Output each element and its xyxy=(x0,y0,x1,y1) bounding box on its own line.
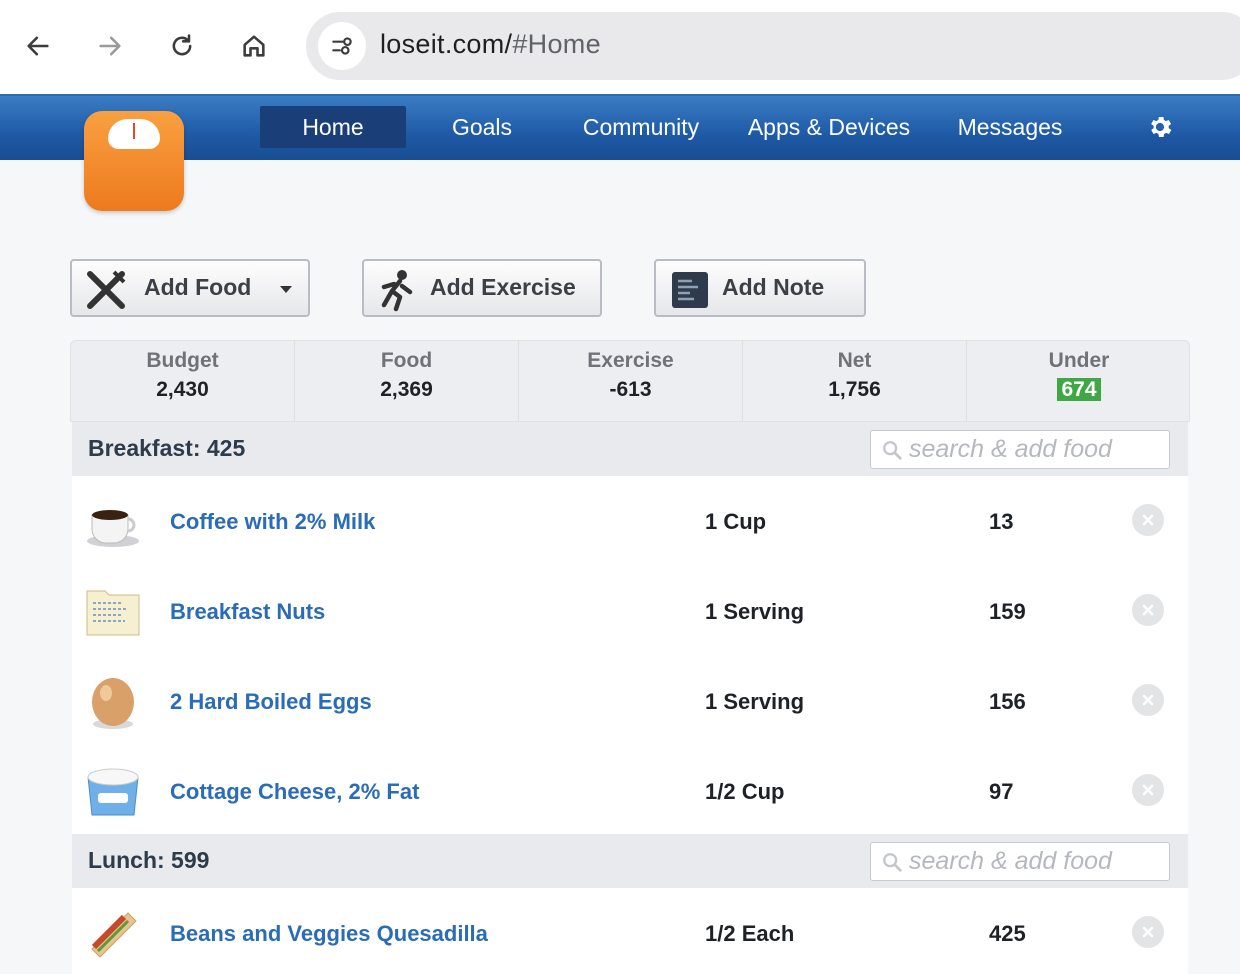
food-row: 2 Hard Boiled Eggs 1 Serving 156 xyxy=(72,656,1188,746)
remove-food-button[interactable] xyxy=(1132,684,1164,716)
net-value: 1,756 xyxy=(828,378,881,401)
address-bar[interactable]: loseit.com/#Home xyxy=(306,12,1240,80)
calorie-summary: Budget 2,430 Food 2,369 Exercise -613 Ne… xyxy=(70,340,1191,423)
search-icon xyxy=(883,853,902,872)
food-name-link[interactable]: 2 Hard Boiled Eggs xyxy=(170,689,372,715)
budget-label: Budget xyxy=(146,349,219,372)
under-label: Under xyxy=(1048,349,1110,372)
nav-community[interactable]: Community xyxy=(566,106,716,148)
remove-food-button[interactable] xyxy=(1132,504,1164,536)
nav-messages[interactable]: Messages xyxy=(944,106,1076,148)
chevron-down-icon[interactable] xyxy=(278,283,294,295)
food-name-link[interactable]: Cottage Cheese, 2% Fat xyxy=(170,779,419,805)
burrito-icon xyxy=(91,912,137,958)
food-value: 2,369 xyxy=(380,378,433,401)
home-button[interactable] xyxy=(234,26,274,66)
coffee-cup-icon xyxy=(87,510,139,547)
lunch-header: Lunch: 599 xyxy=(72,834,1188,888)
nav-home[interactable]: Home xyxy=(260,106,406,148)
food-calories: 97 xyxy=(989,779,1014,804)
food-name-link[interactable]: Coffee with 2% Milk xyxy=(170,509,375,535)
reload-button[interactable] xyxy=(162,26,202,66)
food-name-link[interactable]: Breakfast Nuts xyxy=(170,599,325,625)
budget-value: 2,430 xyxy=(156,378,209,401)
add-food-button[interactable]: Add Food xyxy=(70,259,310,317)
lunch-search-input[interactable] xyxy=(909,845,1164,878)
back-arrow-icon xyxy=(27,36,49,56)
nav-goals[interactable]: Goals xyxy=(420,106,544,148)
under-value: 674 xyxy=(967,378,1191,402)
url-host: loseit.com/ xyxy=(380,29,513,59)
lunch-search[interactable] xyxy=(870,842,1170,881)
close-icon xyxy=(1142,784,1154,796)
nav-apps-devices[interactable]: Apps & Devices xyxy=(730,106,928,148)
food-quantity[interactable]: 1/2 Each xyxy=(705,921,794,947)
add-note-button[interactable]: Add Note xyxy=(654,259,866,317)
notepad-icon xyxy=(672,272,708,308)
breakfast-search-input[interactable] xyxy=(909,433,1164,466)
add-exercise-label: Add Exercise xyxy=(430,274,576,300)
site-info-icon xyxy=(332,37,352,55)
food-calories: 159 xyxy=(989,599,1026,624)
egg-icon xyxy=(92,678,134,729)
recipe-folder-icon xyxy=(86,590,140,636)
add-exercise-button[interactable]: Add Exercise xyxy=(362,259,602,317)
food-quantity[interactable]: 1/2 Cup xyxy=(705,779,784,805)
breakfast-header: Breakfast: 425 xyxy=(72,422,1188,476)
food-calories: 425 xyxy=(989,921,1026,946)
scale-needle xyxy=(133,123,135,139)
food-row: Coffee with 2% Milk 1 Cup 13 xyxy=(72,476,1188,566)
food-label: Food xyxy=(380,349,433,372)
food-calories: 13 xyxy=(989,509,1014,534)
close-icon xyxy=(1142,694,1154,706)
remove-food-button[interactable] xyxy=(1132,594,1164,626)
back-button[interactable] xyxy=(18,26,58,66)
close-icon xyxy=(1142,514,1154,526)
add-note-label: Add Note xyxy=(722,274,825,300)
forward-arrow-icon xyxy=(99,36,121,56)
close-icon xyxy=(1142,604,1154,616)
summary-food: Food 2,369 xyxy=(295,341,519,423)
reload-icon xyxy=(172,34,192,56)
food-row: Cottage Cheese, 2% Fat 1/2 Cup 97 xyxy=(72,746,1188,836)
remove-food-button[interactable] xyxy=(1132,774,1164,806)
add-food-label: Add Food xyxy=(144,274,252,300)
under-badge: 674 xyxy=(1057,378,1101,401)
forward-button[interactable] xyxy=(90,26,130,66)
food-row: Beans and Veggies Quesadilla 1/2 Each 42… xyxy=(72,888,1188,974)
food-quantity[interactable]: 1 Cup xyxy=(705,509,766,535)
gear-icon[interactable] xyxy=(1146,113,1174,141)
loseit-logo[interactable] xyxy=(84,111,184,211)
running-person-icon xyxy=(381,270,413,312)
food-quantity[interactable]: 1 Serving xyxy=(705,689,804,715)
remove-food-button[interactable] xyxy=(1132,916,1164,948)
site-info-button[interactable] xyxy=(318,22,366,70)
net-label: Net xyxy=(837,349,872,372)
food-calories: 156 xyxy=(989,689,1026,714)
summary-exercise: Exercise -613 xyxy=(519,341,743,423)
close-icon xyxy=(1142,926,1154,938)
url-text: loseit.com/#Home xyxy=(380,29,601,60)
exercise-value: -613 xyxy=(609,378,652,401)
lunch-title: Lunch: 599 xyxy=(88,847,210,873)
url-path: #Home xyxy=(512,29,601,59)
home-icon xyxy=(243,35,265,57)
fork-knife-icon xyxy=(87,270,126,309)
cottage-cheese-tub-icon xyxy=(87,768,139,816)
search-icon xyxy=(883,441,902,460)
summary-under: Under 674 xyxy=(967,341,1191,423)
browser-toolbar: loseit.com/#Home xyxy=(0,0,1240,94)
breakfast-search[interactable] xyxy=(870,430,1170,469)
summary-net: Net 1,756 xyxy=(743,341,967,423)
food-quantity[interactable]: 1 Serving xyxy=(705,599,804,625)
breakfast-title: Breakfast: 425 xyxy=(88,435,246,461)
food-row: Breakfast Nuts 1 Serving 159 xyxy=(72,566,1188,656)
food-name-link[interactable]: Beans and Veggies Quesadilla xyxy=(170,921,488,947)
exercise-label: Exercise xyxy=(587,349,674,372)
summary-budget: Budget 2,430 xyxy=(71,341,295,423)
